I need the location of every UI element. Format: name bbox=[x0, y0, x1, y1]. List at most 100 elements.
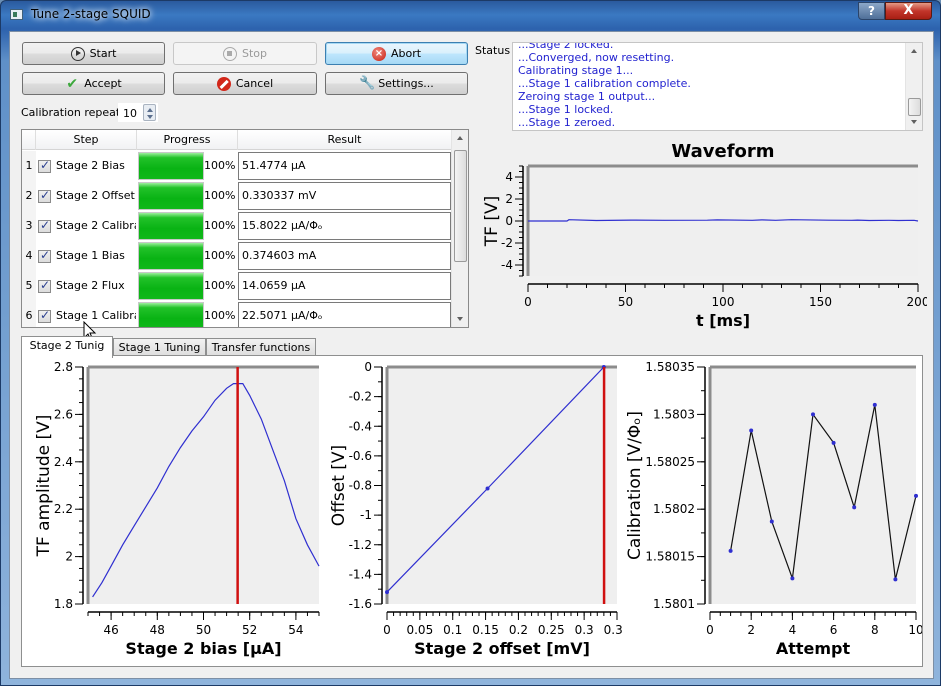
progress-bar bbox=[138, 242, 204, 270]
y-tick-label: 2.4 bbox=[54, 455, 73, 469]
title-bar[interactable]: Tune 2-stage SQUID ? X bbox=[1, 1, 940, 29]
x-tick-label: 200 bbox=[907, 295, 927, 309]
scroll-up-arrow-icon[interactable] bbox=[911, 49, 917, 53]
y-tick-label: -0.2 bbox=[349, 390, 372, 404]
y-tick-label: -0.4 bbox=[349, 419, 372, 433]
status-line: ...Stage 1 calibration complete. bbox=[518, 77, 691, 90]
result-field[interactable]: 15.8022 µA/Φₒ bbox=[238, 212, 451, 240]
column-header-progress[interactable]: Progress bbox=[137, 130, 238, 150]
spin-up-arrow-icon[interactable] bbox=[147, 108, 153, 112]
status-line: Calibrating stage 1... bbox=[518, 64, 634, 77]
dialog-client-area: Start Stop × Abort ✔ Accept Cancel 🔧 Set… bbox=[9, 31, 934, 679]
cancel-button[interactable]: Cancel bbox=[173, 72, 317, 95]
help-button[interactable]: ? bbox=[858, 2, 885, 20]
scrollbar-thumb[interactable] bbox=[454, 150, 467, 262]
settings-button-label: Settings... bbox=[378, 77, 434, 90]
status-log[interactable]: ...Stage 2 locked. ...Converged, now rese… bbox=[512, 42, 923, 131]
data-point bbox=[385, 590, 389, 595]
calibration-repeats-value[interactable]: 10 bbox=[123, 107, 137, 120]
data-point bbox=[852, 505, 857, 510]
data-point bbox=[811, 412, 815, 417]
y-tick-label: -2 bbox=[501, 236, 513, 250]
table-row[interactable]: 4 Stage 1 Bias 100%0.374603 mA bbox=[22, 241, 452, 271]
y-tick-label: 1.58035 bbox=[645, 360, 695, 374]
calibration-repeats-spinbox[interactable]: 10 bbox=[118, 103, 158, 122]
progress-percent: 100% bbox=[204, 159, 236, 172]
plot-canvas bbox=[710, 367, 916, 604]
window-title: Tune 2-stage SQUID bbox=[31, 7, 151, 21]
step-checkbox[interactable] bbox=[38, 218, 51, 233]
step-checkbox[interactable] bbox=[38, 188, 51, 203]
y-tick-label: 1.5801 bbox=[653, 597, 695, 611]
data-point bbox=[749, 428, 754, 433]
x-axis-label: Stage 2 offset [mV] bbox=[414, 639, 590, 658]
accept-button[interactable]: ✔ Accept bbox=[22, 72, 165, 95]
start-button[interactable]: Start bbox=[22, 42, 165, 65]
stop-button[interactable]: Stop bbox=[173, 42, 317, 65]
status-line: ...Converged, now resetting. bbox=[518, 51, 675, 64]
abort-button-label: Abort bbox=[390, 47, 422, 60]
settings-button[interactable]: 🔧 Settings... bbox=[325, 72, 468, 95]
stage2-offset-plot: -1.6 -1.4 -1.2 -1 -0.8 -0.6 -0.4 -0.2 0 0 0.05 0.1 0… bbox=[329, 360, 622, 658]
status-scrollbar[interactable] bbox=[905, 43, 922, 130]
x-tick-label: 50 bbox=[618, 295, 633, 309]
result-field[interactable]: 0.330337 mV bbox=[238, 182, 451, 210]
data-point bbox=[485, 486, 490, 491]
progress-percent: 100% bbox=[204, 189, 236, 202]
table-header: Step Progress Result bbox=[22, 130, 452, 150]
table-scrollbar[interactable] bbox=[451, 130, 468, 327]
step-name: Stage 2 Bias bbox=[56, 159, 125, 172]
column-header-step[interactable]: Step bbox=[36, 130, 137, 150]
abort-button[interactable]: × Abort bbox=[325, 42, 468, 65]
x-axis-label: t [ms] bbox=[696, 311, 750, 330]
accept-button-label: Accept bbox=[84, 77, 122, 90]
y-tick-label: 0 bbox=[364, 360, 372, 374]
x-tick-label: 0 bbox=[383, 623, 391, 637]
app-icon bbox=[10, 9, 23, 20]
scroll-down-arrow-icon[interactable] bbox=[911, 120, 917, 124]
column-header-result[interactable]: Result bbox=[238, 130, 452, 150]
y-tick-label: -1 bbox=[360, 508, 372, 522]
result-field[interactable]: 14.0659 µA bbox=[238, 272, 451, 300]
play-circle-icon bbox=[70, 46, 85, 61]
stop-circle-icon bbox=[222, 46, 237, 61]
step-checkbox[interactable] bbox=[38, 248, 51, 263]
x-tick-label: 0.3 bbox=[575, 623, 594, 637]
result-field[interactable]: 0.374603 mA bbox=[238, 242, 451, 270]
chart-title: Waveform bbox=[671, 141, 774, 162]
x-tick-label: 46 bbox=[103, 623, 118, 637]
scrollbar-thumb[interactable] bbox=[908, 98, 921, 116]
table-row[interactable]: 2 Stage 2 Offset V 100%0.330337 mV bbox=[22, 181, 452, 211]
result-field[interactable]: 22.5071 µA/Φₒ bbox=[238, 302, 451, 327]
table-row[interactable]: 1 Stage 2 Bias 100%51.4774 µA bbox=[22, 151, 452, 181]
progress-percent: 100% bbox=[204, 249, 236, 262]
scroll-up-arrow-icon[interactable] bbox=[457, 136, 463, 140]
table-row[interactable]: 3 Stage 2 Calibration 100%15.8022 µA/Φₒ bbox=[22, 211, 452, 241]
spin-down-arrow-icon[interactable] bbox=[147, 115, 153, 119]
y-tick-label: -0.8 bbox=[349, 479, 372, 493]
y-axis-label: Offset [V] bbox=[329, 445, 349, 526]
header-corner bbox=[22, 130, 36, 150]
step-checkbox[interactable] bbox=[38, 158, 51, 173]
tab-stage-2-tuning[interactable]: Stage 2 Tunig bbox=[21, 336, 113, 358]
step-checkbox[interactable] bbox=[38, 308, 51, 323]
x-tick-label: 100 bbox=[712, 295, 735, 309]
x-tick-label: 54 bbox=[288, 623, 303, 637]
close-button[interactable]: X bbox=[885, 2, 932, 20]
y-tick-label: -0.6 bbox=[349, 449, 372, 463]
step-name: Stage 1 Bias bbox=[56, 249, 125, 262]
spin-buttons[interactable] bbox=[143, 104, 156, 121]
status-line: ...Stage 2 locked. bbox=[518, 42, 614, 51]
x-tick-label: 0.15 bbox=[472, 623, 499, 637]
step-checkbox[interactable] bbox=[38, 278, 51, 293]
y-tick-label: 4 bbox=[505, 170, 513, 184]
status-line: ...Stage 1 locked. bbox=[518, 103, 614, 116]
x-tick-label: 52 bbox=[242, 623, 257, 637]
row-number: 3 bbox=[22, 211, 36, 241]
progress-bar bbox=[138, 152, 204, 180]
table-row[interactable]: 5 Stage 2 Flux 100%14.0659 µA bbox=[22, 271, 452, 301]
data-point bbox=[831, 440, 836, 445]
waveform-plot: Waveform -4 -2 0 2 4 0 50 100 150 200 t [ms] TF [V] bbox=[482, 141, 927, 330]
scroll-down-arrow-icon[interactable] bbox=[457, 317, 463, 321]
result-field[interactable]: 51.4774 µA bbox=[238, 152, 451, 180]
